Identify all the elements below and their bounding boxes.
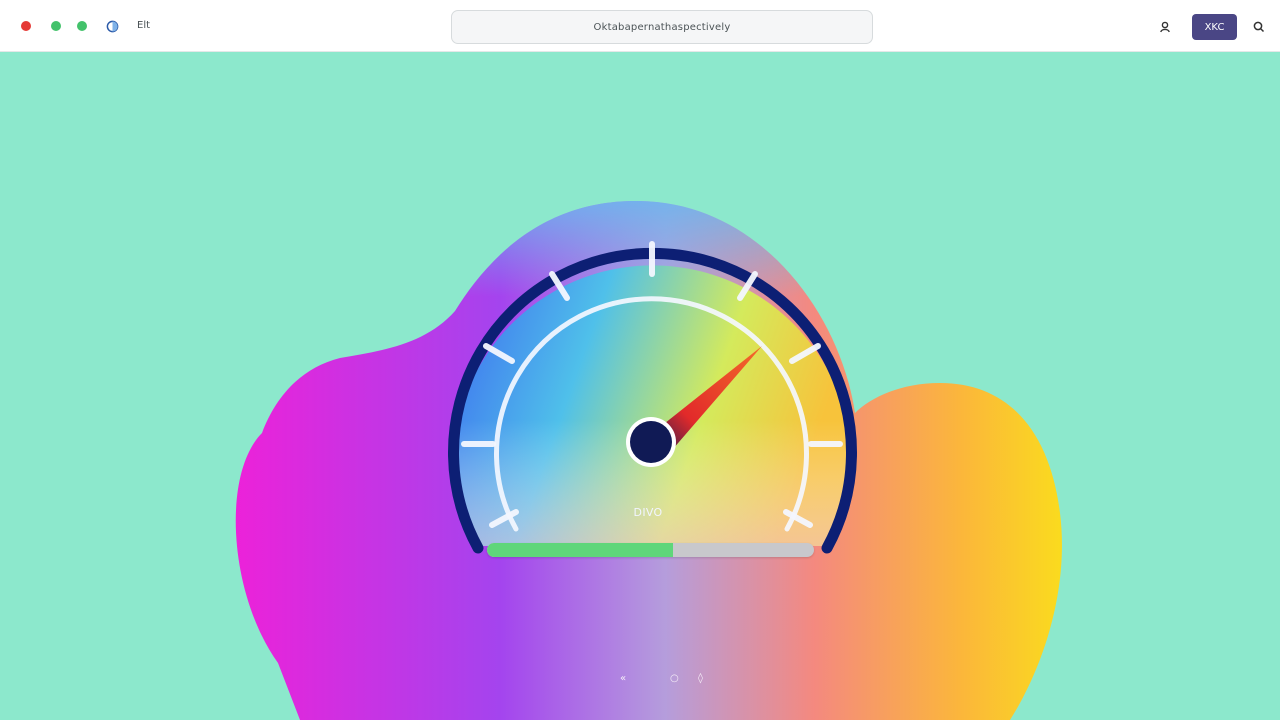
gauge-value-label: DIVO <box>633 506 663 519</box>
user-icon[interactable] <box>1159 20 1173 34</box>
previous-button[interactable]: « <box>620 671 626 687</box>
gauge-hub <box>630 421 672 463</box>
globe-icon <box>106 20 119 33</box>
play-button[interactable]: ○ <box>670 671 679 687</box>
speedometer-illustration <box>235 200 1062 720</box>
search-icon[interactable] <box>1252 20 1266 34</box>
progress-bar <box>487 543 814 557</box>
address-bar[interactable]: Oktabapernathaspectively <box>451 10 873 44</box>
maximize-window-icon[interactable] <box>77 21 87 31</box>
top-bar: Elt Oktabapernathaspectively XKC <box>0 0 1280 52</box>
address-text: Oktabapernathaspectively <box>593 21 731 33</box>
close-window-icon[interactable] <box>21 21 31 31</box>
progress-fill <box>487 543 674 557</box>
primary-button[interactable]: XKC <box>1192 14 1237 40</box>
tab-label[interactable]: Elt <box>137 19 150 33</box>
main-canvas: DIVO « ○ ◊ <box>0 53 1280 720</box>
next-button[interactable]: ◊ <box>698 671 703 687</box>
minimize-window-icon[interactable] <box>51 21 61 31</box>
bottom-controls: « ○ ◊ <box>612 671 722 687</box>
